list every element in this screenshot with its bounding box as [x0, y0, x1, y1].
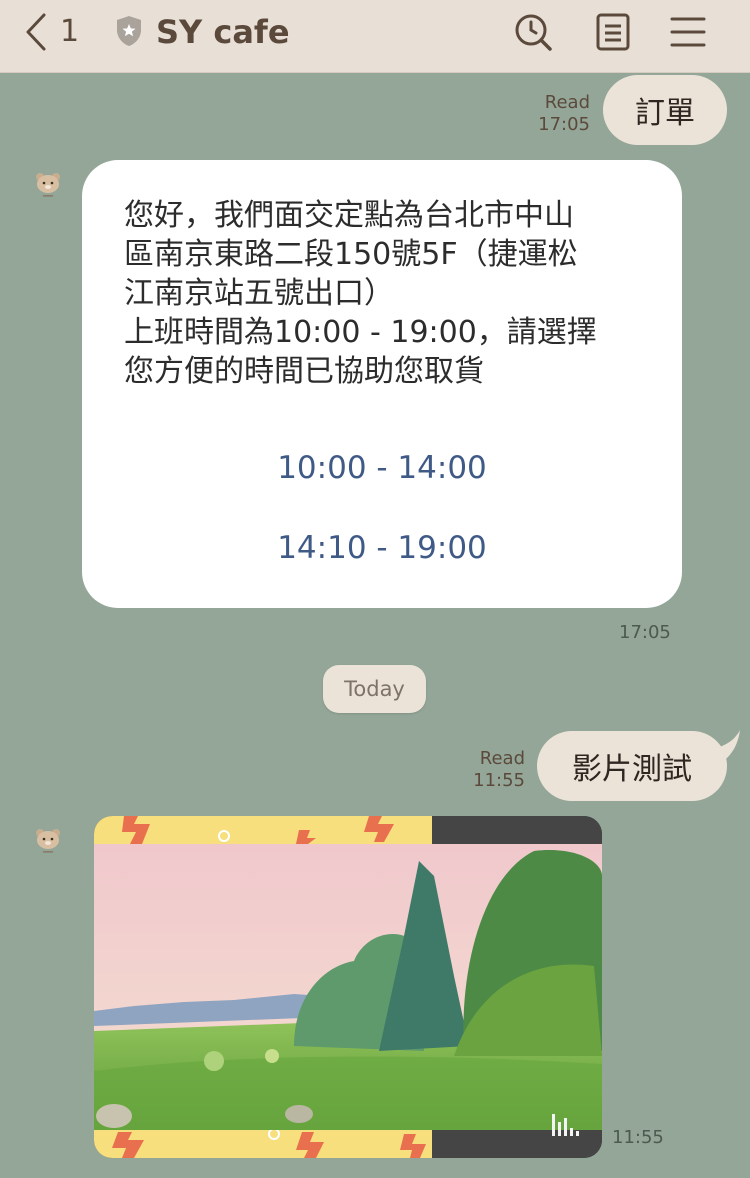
notes-button[interactable]	[591, 10, 635, 54]
read-receipt: Read 11:55	[473, 748, 525, 791]
date-divider: Today	[323, 665, 426, 713]
read-receipt: Read 17:05	[538, 92, 590, 135]
message-time: 17:05	[619, 622, 671, 643]
history-search-icon	[515, 14, 552, 51]
back-button[interactable]: 1	[24, 10, 104, 54]
menu-button[interactable]	[666, 10, 710, 54]
chat-title: SY cafe	[156, 13, 290, 51]
shield-star-icon	[117, 16, 141, 46]
history-search-button[interactable]	[511, 10, 555, 54]
bear-avatar-icon[interactable]	[33, 170, 63, 200]
chat-header: 1 SY cafe	[0, 0, 750, 73]
message-bubble-mine[interactable]: 影片測試	[537, 731, 727, 801]
message-time: 11:55	[612, 1127, 664, 1148]
video-message[interactable]	[94, 816, 602, 1158]
message-card: 您好，我們面交定點為台北市中山 區南京東路二段150號5F（捷運松 江南京站五號…	[82, 160, 682, 608]
unread-count: 1	[60, 14, 80, 49]
message-bubble-mine[interactable]: 訂單	[603, 75, 727, 145]
menu-icon	[670, 17, 706, 47]
option-button-afternoon[interactable]: 14:10 - 19:00	[82, 530, 682, 566]
chevron-left-icon	[26, 13, 46, 51]
notes-icon	[596, 13, 630, 51]
bear-avatar-icon[interactable]	[33, 826, 63, 856]
option-button-morning[interactable]: 10:00 - 14:00	[82, 450, 682, 486]
video-thumbnail	[94, 816, 602, 1158]
card-body-text: 您好，我們面交定點為台北市中山 區南京東路二段150號5F（捷運松 江南京站五號…	[124, 198, 597, 389]
